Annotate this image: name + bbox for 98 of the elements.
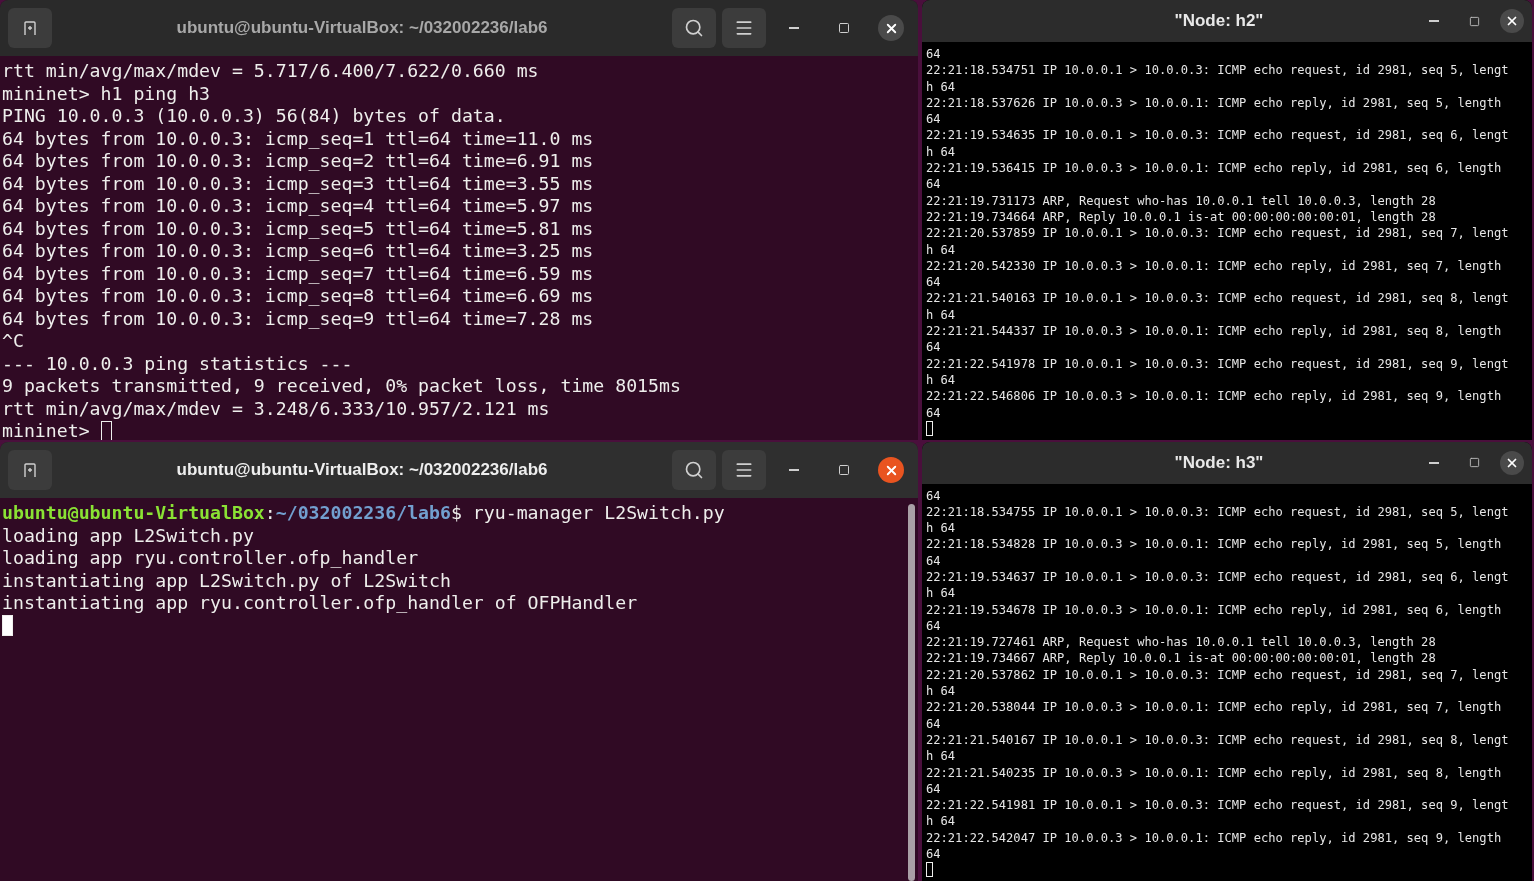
terminal-line: PING 10.0.0.3 (10.0.0.3) 56(84) bytes of data. <box>2 105 506 128</box>
terminal-line: 22:21:22.546806 IP 10.0.0.3 > 10.0.0.1: ICMP echo reply, id 2981, seq 9, length <box>926 389 1502 404</box>
minimize-icon <box>789 27 799 29</box>
search-icon <box>684 460 704 480</box>
terminal-line: instantiating app L2Switch.py of L2Switch <box>2 569 451 592</box>
close-button[interactable] <box>1500 450 1524 475</box>
terminal-line: h 64 <box>926 586 956 601</box>
terminal-line: 64 bytes from 10.0.0.3: icmp_seq=5 ttl=64 time=5.81 ms <box>2 217 594 240</box>
terminal-line: 22:21:20.538044 IP 10.0.0.3 > 10.0.0.1: ICMP echo reply, id 2981, seq 7, length <box>926 700 1502 715</box>
terminal-line: 22:21:21.540167 IP 10.0.0.1 > 10.0.0.3: ICMP echo request, id 2981, seq 8, lengt <box>926 732 1509 747</box>
window-title: "Node: h2" <box>1173 11 1265 31</box>
command-line: ubuntu@ubuntu-VirtualBox:~/032002236/lab6$ ryu-manager L2Switch.py <box>2 502 725 525</box>
terminal-line: h 64 <box>926 79 956 94</box>
terminal-line: 64 bytes from 10.0.0.3: icmp_seq=7 ttl=64 time=6.59 ms <box>2 262 594 285</box>
terminal-line: 22:21:22.542047 IP 10.0.0.3 > 10.0.0.1: ICMP echo reply, id 2981, seq 9, length <box>926 830 1502 845</box>
terminal-line: h 64 <box>926 814 956 829</box>
terminal-line: 64 <box>926 781 941 796</box>
maximize-icon <box>838 464 850 476</box>
terminal-line: 64 <box>926 488 941 503</box>
terminal-line: instantiating app ryu.controller.ofp_handler of OFPHandler <box>2 592 638 615</box>
menu-button[interactable] <box>722 450 766 490</box>
terminal-prompt: mininet> <box>2 420 90 440</box>
terminal-line: 22:21:21.540235 IP 10.0.0.3 > 10.0.0.1: ICMP echo reply, id 2981, seq 8, length <box>926 765 1502 780</box>
terminal-line: h 64 <box>926 242 956 257</box>
terminal-line: 22:21:21.540163 IP 10.0.0.1 > 10.0.0.3: ICMP echo request, id 2981, seq 8, lengt <box>926 291 1509 306</box>
terminal-line: rtt min/avg/max/mdev = 3.248/6.333/10.957/2.121 ms <box>2 397 550 420</box>
window-title: ubuntu@ubuntu-VirtualBox: ~/032002236/lab6 <box>175 460 549 480</box>
terminal-line: 22:21:22.541981 IP 10.0.0.1 > 10.0.0.3: ICMP echo request, id 2981, seq 9, lengt <box>926 798 1509 813</box>
terminal-line: 22:21:19.534635 IP 10.0.0.1 > 10.0.0.3: ICMP echo request, id 2981, seq 6, lengt <box>926 128 1509 143</box>
terminal-line: 64 bytes from 10.0.0.3: icmp_seq=2 ttl=64 time=6.91 ms <box>2 150 594 173</box>
terminal-line: 22:21:21.544337 IP 10.0.0.3 > 10.0.0.1: ICMP echo reply, id 2981, seq 8, length <box>926 324 1502 339</box>
close-button[interactable] <box>1500 9 1524 33</box>
terminal-line: 64 <box>926 716 941 731</box>
menu-icon <box>734 460 754 480</box>
terminal-line: mininet> h1 ping h3 <box>2 82 211 105</box>
terminal-line: loading app ryu.controller.ofp_handler <box>2 547 419 570</box>
terminal-line: 64 <box>926 112 941 127</box>
search-button[interactable] <box>672 8 716 48</box>
terminal-line: h 64 <box>926 749 956 764</box>
close-button[interactable] <box>878 15 904 41</box>
scrollbar[interactable] <box>908 504 915 881</box>
terminal-line: 64 bytes from 10.0.0.3: icmp_seq=1 ttl=64 time=11.0 ms <box>2 127 594 150</box>
new-tab-icon <box>22 462 38 478</box>
terminal-line: 22:21:19.734664 ARP, Reply 10.0.0.1 is-at 00:00:00:00:00:01, length 28 <box>926 209 1436 224</box>
terminal-line: 22:21:19.727461 ARP, Request who-has 10.0.0.1 tell 10.0.0.3, length 28 <box>926 635 1436 650</box>
terminal-line: rtt min/avg/max/mdev = 5.717/6.400/7.622/0.660 ms <box>2 60 539 83</box>
terminal-line: 64 <box>926 177 941 192</box>
terminal-line: 22:21:18.537626 IP 10.0.0.3 > 10.0.0.1: ICMP echo reply, id 2981, seq 5, length <box>926 95 1502 110</box>
terminal-line: --- 10.0.0.3 ping statistics --- <box>2 352 353 375</box>
close-button[interactable] <box>878 457 904 483</box>
terminal-line: 22:21:18.534755 IP 10.0.0.1 > 10.0.0.3: ICMP echo request, id 2981, seq 5, lengt <box>926 504 1509 519</box>
minimize-icon <box>1429 20 1439 22</box>
menu-button[interactable] <box>722 8 766 48</box>
menu-icon <box>734 18 754 38</box>
terminal-line: 22:21:18.534751 IP 10.0.0.1 > 10.0.0.3: ICMP echo request, id 2981, seq 5, lengt <box>926 63 1509 78</box>
maximize-icon <box>1468 15 1480 27</box>
terminal-line: h 64 <box>926 521 956 536</box>
terminal-line: 64 <box>926 275 941 290</box>
terminal-line: ^C <box>2 330 24 353</box>
window-title: "Node: h3" <box>1173 452 1265 473</box>
terminal-line: 22:21:19.731173 ARP, Request who-has 10.0.0.1 tell 10.0.0.3, length 28 <box>926 193 1436 208</box>
terminal-line: 22:21:18.534828 IP 10.0.0.3 > 10.0.0.1: ICMP echo reply, id 2981, seq 5, length <box>926 537 1502 552</box>
terminal-line: 64 <box>926 553 941 568</box>
terminal-line: 22:21:22.541978 IP 10.0.0.1 > 10.0.0.3: ICMP echo request, id 2981, seq 9, lengt <box>926 356 1509 371</box>
terminal-line: h 64 <box>926 684 956 699</box>
terminal-line: 64 bytes from 10.0.0.3: icmp_seq=8 ttl=64 time=6.69 ms <box>2 285 594 308</box>
terminal-line: h 64 <box>926 307 956 322</box>
new-tab-button[interactable] <box>8 450 52 490</box>
terminal-line: h 64 <box>926 144 956 159</box>
terminal-line: 22:21:20.542330 IP 10.0.0.3 > 10.0.0.1: ICMP echo reply, id 2981, seq 7, length <box>926 258 1502 273</box>
terminal-line: 64 <box>926 405 941 420</box>
terminal-line: 64 <box>926 47 941 61</box>
terminal-line: 22:21:19.536415 IP 10.0.0.3 > 10.0.0.1: ICMP echo reply, id 2981, seq 6, length <box>926 161 1502 176</box>
terminal-line: loading app L2Switch.py <box>2 524 254 547</box>
terminal-line: 64 bytes from 10.0.0.3: icmp_seq=4 ttl=64 time=5.97 ms <box>2 195 594 218</box>
search-button[interactable] <box>672 450 716 490</box>
maximize-icon <box>838 22 850 34</box>
window-title: ubuntu@ubuntu-VirtualBox: ~/032002236/lab6 <box>175 18 549 38</box>
terminal-line: 64 <box>926 618 941 633</box>
search-icon <box>684 18 704 38</box>
maximize-icon <box>1468 457 1480 468</box>
terminal-line: 22:21:19.534678 IP 10.0.0.3 > 10.0.0.1: ICMP echo reply, id 2981, seq 6, length <box>926 602 1502 617</box>
terminal-line: 64 <box>926 847 941 862</box>
terminal-line: 9 packets transmitted, 9 received, 0% packet loss, time 8015ms <box>2 375 681 398</box>
terminal-line: 22:21:19.734667 ARP, Reply 10.0.0.1 is-at 00:00:00:00:00:01, length 28 <box>926 651 1436 666</box>
close-icon <box>1505 14 1519 28</box>
terminal-line: 64 bytes from 10.0.0.3: icmp_seq=6 ttl=64 time=3.25 ms <box>2 240 594 263</box>
new-tab-button[interactable] <box>8 8 52 48</box>
terminal-line: 22:21:20.537862 IP 10.0.0.1 > 10.0.0.3: ICMP echo request, id 2981, seq 7, lengt <box>926 667 1509 682</box>
terminal-line: 22:21:20.537859 IP 10.0.0.1 > 10.0.0.3: ICMP echo request, id 2981, seq 7, lengt <box>926 226 1509 241</box>
terminal-line: 64 <box>926 340 941 355</box>
terminal-line: 64 bytes from 10.0.0.3: icmp_seq=3 ttl=64 time=3.55 ms <box>2 172 594 195</box>
terminal-line: 22:21:19.534637 IP 10.0.0.1 > 10.0.0.3: ICMP echo request, id 2981, seq 6, lengt <box>926 570 1509 584</box>
terminal-line: 64 bytes from 10.0.0.3: icmp_seq=9 ttl=64 time=7.28 ms <box>2 307 594 330</box>
new-tab-icon <box>22 20 38 36</box>
terminal-line: h 64 <box>926 372 956 387</box>
minimize-icon <box>789 469 799 471</box>
minimize-icon <box>1429 461 1439 464</box>
